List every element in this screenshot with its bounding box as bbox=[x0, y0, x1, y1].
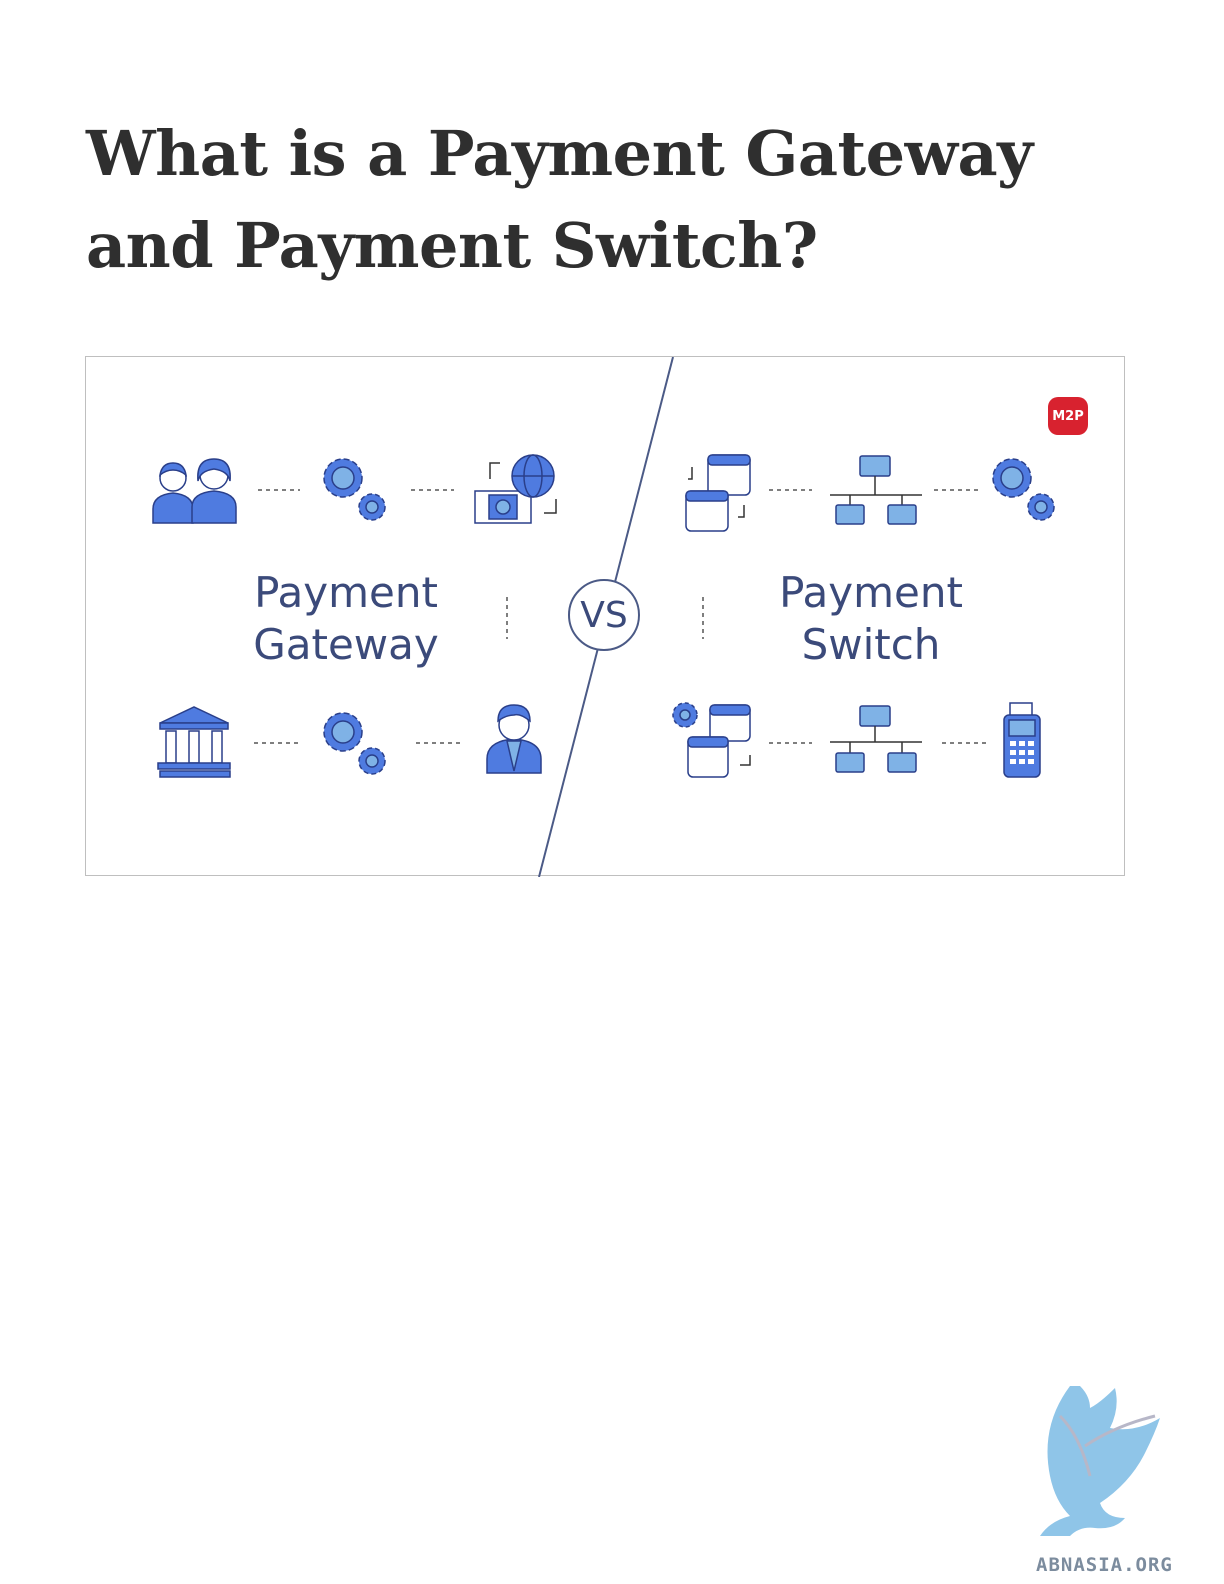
right-heading-line-2: Switch bbox=[801, 620, 941, 669]
payment-switch-heading: Payment Switch bbox=[741, 567, 1001, 671]
page-title: What is a Payment Gateway and Payment Sw… bbox=[86, 117, 1033, 282]
griffin-logo-icon bbox=[1040, 1386, 1160, 1536]
gear-windows-icon bbox=[672, 702, 751, 778]
comparison-figure: Payment Gateway VS Payment Switch M2P bbox=[85, 356, 1125, 877]
users-icon bbox=[152, 458, 237, 524]
bank-icon bbox=[157, 706, 231, 778]
right-heading-line-1: Payment bbox=[779, 568, 963, 617]
gears-icon-right-top bbox=[992, 458, 1055, 521]
windows-exchange-icon bbox=[685, 454, 751, 532]
gears-icon-left-bottom bbox=[323, 712, 386, 775]
left-heading-line-1: Payment bbox=[254, 568, 438, 617]
network-icon-top bbox=[830, 455, 922, 525]
vs-badge: VS bbox=[568, 579, 640, 651]
pos-terminal-icon bbox=[1003, 702, 1041, 778]
left-heading-line-2: Gateway bbox=[253, 620, 439, 669]
globe-money-icon bbox=[474, 454, 557, 524]
m2p-brand-badge: M2P bbox=[1048, 397, 1088, 435]
gears-icon-left-top bbox=[323, 458, 386, 521]
payment-gateway-heading: Payment Gateway bbox=[216, 567, 476, 671]
businessman-icon bbox=[486, 704, 542, 774]
network-icon-bottom bbox=[830, 705, 922, 773]
watermark-text: ABNASIA.ORG bbox=[1036, 1554, 1173, 1576]
